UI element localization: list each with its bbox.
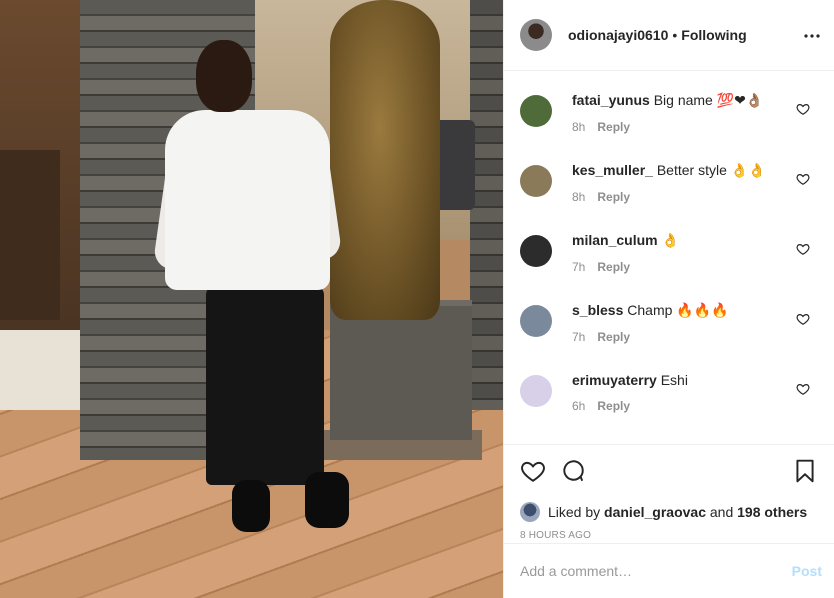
header-separator: •: [672, 27, 678, 43]
add-comment-bar: Post: [504, 543, 834, 598]
comment-username[interactable]: erimuyaterry: [572, 372, 657, 388]
comment-item: erimuyaterry Eshi 6h Reply: [504, 352, 834, 422]
comment-username[interactable]: kes_muller_: [572, 162, 653, 178]
comment-text: Better style 👌👌: [656, 162, 766, 178]
comment-username[interactable]: milan_culum: [572, 232, 658, 248]
liker-avatar[interactable]: [520, 502, 540, 522]
commenter-avatar[interactable]: [520, 375, 552, 407]
comment-time: 7h: [572, 330, 586, 344]
more-icon[interactable]: [802, 24, 822, 48]
author-avatar[interactable]: [520, 19, 552, 51]
heart-icon[interactable]: [796, 242, 810, 256]
comment-text: Big name 💯❤👌🏽: [653, 92, 764, 108]
post-sidebar: odionajayi0610 • Following fatai_yunus B…: [503, 0, 834, 598]
liker-username[interactable]: daniel_graovac: [604, 504, 706, 520]
heart-icon[interactable]: [796, 312, 810, 326]
comments-list: fatai_yunus Big name 💯❤👌🏽 8h Reply kes_mu…: [504, 72, 834, 444]
comment-username[interactable]: s_bless: [572, 302, 623, 318]
heart-icon[interactable]: [520, 458, 546, 484]
post-button[interactable]: Post: [792, 563, 822, 579]
reply-button[interactable]: Reply: [597, 399, 630, 413]
commenter-avatar[interactable]: [520, 95, 552, 127]
comment-item: s_bless Champ 🔥🔥🔥 7h Reply: [504, 282, 834, 352]
author-username[interactable]: odionajayi0610: [568, 27, 668, 43]
post-timestamp: 8 HOURS AGO: [520, 530, 592, 541]
heart-icon[interactable]: [796, 172, 810, 186]
comment-input[interactable]: [520, 563, 792, 579]
reply-button[interactable]: Reply: [597, 190, 630, 204]
comment-time: 7h: [572, 260, 586, 274]
comment-time: 8h: [572, 120, 586, 134]
commenter-avatar[interactable]: [520, 165, 552, 197]
post-viewer: odionajayi0610 • Following fatai_yunus B…: [0, 0, 834, 598]
comment-username[interactable]: fatai_yunus: [572, 92, 650, 108]
comment-item: kes_muller_ Better style 👌👌 8h Reply: [504, 142, 834, 212]
likes-summary: Liked by daniel_graovac and 198 others: [520, 502, 818, 522]
following-button[interactable]: Following: [681, 27, 746, 43]
comment-time: 6h: [572, 399, 586, 413]
heart-icon[interactable]: [796, 382, 810, 396]
comment-text: 👌: [661, 232, 679, 248]
likes-and: and: [709, 504, 734, 520]
reply-button[interactable]: Reply: [597, 260, 630, 274]
commenter-avatar[interactable]: [520, 235, 552, 267]
comment-item: milan_culum 👌 7h Reply: [504, 212, 834, 282]
likes-prefix: Liked by: [548, 504, 601, 520]
likes-others-link[interactable]: 198 others: [737, 504, 807, 520]
bookmark-icon[interactable]: [792, 458, 818, 484]
comment-time: 8h: [572, 190, 586, 204]
comment-icon[interactable]: [560, 458, 586, 484]
post-photo[interactable]: [0, 0, 503, 598]
reply-button[interactable]: Reply: [597, 120, 630, 134]
comment-item: fatai_yunus Big name 💯❤👌🏽 8h Reply: [504, 72, 834, 142]
heart-icon[interactable]: [796, 102, 810, 116]
comment-text: Champ 🔥🔥🔥: [627, 302, 729, 318]
reply-button[interactable]: Reply: [597, 330, 630, 344]
post-header: odionajayi0610 • Following: [504, 0, 834, 71]
action-bar: [520, 457, 818, 485]
post-actions: Liked by daniel_graovac and 198 others 8…: [504, 444, 834, 541]
commenter-avatar[interactable]: [520, 305, 552, 337]
comment-text: Eshi: [660, 372, 688, 388]
